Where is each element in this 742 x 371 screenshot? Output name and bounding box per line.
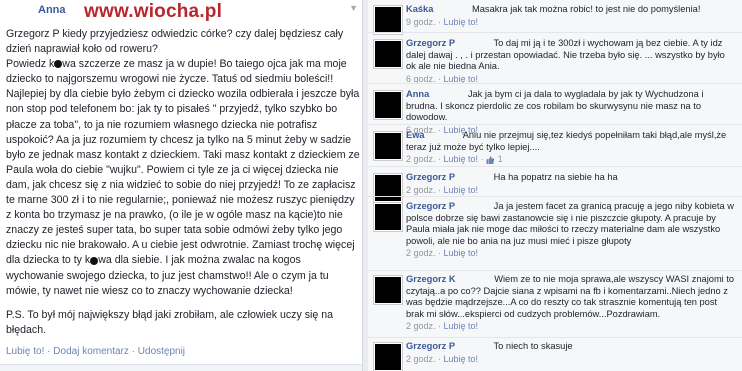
post-options-chevron-icon[interactable]: ▼	[349, 3, 358, 13]
comment-text: To niech to skasuje	[493, 341, 573, 351]
post-paragraph-question: Grzegorz P kiedy przyjedziesz odwiedzic …	[6, 28, 344, 56]
thumbs-up-icon[interactable]	[486, 155, 495, 164]
comment-timestamp[interactable]: 2 godz.	[406, 354, 436, 364]
comment-content: Grzegorz K Wiem ze to nie moja sprawa,al…	[406, 274, 736, 333]
comment-meta: 2 godz. · Lubię to! · 1	[406, 154, 503, 165]
like-post-link[interactable]: Lubię to!	[6, 346, 44, 357]
post-text: Grzegorz P kiedy przyjedziesz odwiedzic …	[6, 27, 360, 338]
comment-divider	[368, 166, 742, 167]
comment-content: Grzegorz P Ha ha popatrz na siebie ha ha…	[406, 172, 736, 196]
status-post: Anna www.wiocha.pl ▼ Grzegorz P kiedy pr…	[0, 0, 362, 371]
comment-divider	[368, 32, 742, 33]
avatar[interactable]	[374, 40, 402, 68]
watermark-logo: www.wiocha.pl	[84, 1, 223, 22]
comment-like-link[interactable]: Lubię to!	[444, 17, 479, 27]
comment-divider	[368, 124, 742, 125]
like-count[interactable]: 1	[498, 154, 503, 164]
comment-timestamp[interactable]: 2 godz.	[406, 248, 436, 258]
comment-divider	[368, 196, 742, 197]
comment-text: Masakra jak tak można robic! to jest nie…	[472, 4, 701, 14]
action-separator: ·	[47, 346, 51, 357]
comment-author-name[interactable]: Ewa	[406, 130, 425, 140]
comment-author-name[interactable]: Kaśka	[406, 4, 433, 14]
comment-timestamp[interactable]: 2 godz.	[406, 321, 436, 331]
post-text-part-2: wa szczerze ze masz ja w dupie! Bo taieg…	[6, 58, 360, 267]
comment-content: Grzegorz P Ja ja jestem facet za granicą…	[406, 201, 736, 260]
avatar[interactable]	[374, 174, 402, 202]
avatar[interactable]	[374, 276, 402, 304]
comment-meta: 9 godz. · Lubię to!	[406, 16, 479, 27]
action-separator: ·	[131, 346, 135, 357]
add-comment-link[interactable]: Dodaj komentarz	[53, 346, 129, 357]
censor-blob-icon	[90, 256, 99, 265]
avatar[interactable]	[374, 91, 402, 119]
comment-text: Jak ja bym ci ja dala to wygladala by ja…	[406, 89, 704, 123]
comment-content: Ewa Aniu nie przejmuj się,tez kiedyś pop…	[406, 130, 736, 166]
post-author-name[interactable]: Anna	[38, 4, 66, 16]
comment-text: Ja ja jestem facet za granicą pracuję a …	[406, 201, 734, 246]
comment-meta: 2 godz. · Lubię to!	[406, 353, 479, 364]
avatar[interactable]	[374, 132, 402, 160]
post-postscript: P.S. To był mój największy błąd jaki zro…	[6, 308, 333, 336]
comment-author-name[interactable]: Anna	[406, 89, 429, 99]
comment-divider	[368, 83, 742, 84]
comment-text: Aniu nie przejmuj się,tez kiedyś popełni…	[406, 130, 727, 152]
comment-meta: 2 godz. · Lubię to!	[406, 321, 479, 332]
comment-divider	[368, 337, 742, 338]
comments-list: Kaśka Masakra jak tak można robic! to je…	[368, 0, 742, 371]
bottom-strip	[0, 364, 362, 371]
comment-author-name[interactable]: Grzegorz P	[406, 341, 455, 351]
comment-text: Ha ha popatrz na siebie ha ha	[493, 172, 618, 182]
comment-timestamp[interactable]: 9 godz.	[406, 17, 436, 27]
comment-timestamp[interactable]: 2 godz.	[406, 154, 436, 164]
avatar[interactable]	[374, 6, 402, 34]
comment-divider	[368, 270, 742, 271]
comment-author-name[interactable]: Grzegorz P	[406, 172, 455, 182]
comment-content: Kaśka Masakra jak tak można robic! to je…	[406, 4, 736, 28]
avatar[interactable]	[374, 203, 402, 231]
comment-meta: 2 godz. · Lubię to!	[406, 248, 479, 259]
comment-like-link[interactable]: Lubię to!	[444, 321, 479, 331]
comment-like-link[interactable]: Lubię to!	[444, 185, 479, 195]
comment-meta: 2 godz. · Lubię to!	[406, 184, 479, 195]
comment-author-name[interactable]: Grzegorz K	[406, 274, 456, 284]
comment-author-name[interactable]: Grzegorz P	[406, 38, 455, 48]
avatar[interactable]	[374, 343, 402, 371]
comment-like-link[interactable]: Lubię to!	[444, 154, 479, 164]
share-link[interactable]: Udostępnij	[138, 346, 185, 357]
comment-timestamp[interactable]: 2 godz.	[406, 185, 436, 195]
comment-author-name[interactable]: Grzegorz P	[406, 201, 455, 211]
post-paragraph-main: Powiedz k wa szczerze ze masz ja w dupie!…	[6, 57, 360, 299]
comment-like-link[interactable]: Lubię to!	[444, 354, 479, 364]
comment-like-link[interactable]: Lubię to!	[444, 248, 479, 258]
comment-content: Grzegorz P To niech to skasuje 2 godz. ·…	[406, 341, 736, 365]
post-text-part-1: Powiedz k	[6, 58, 55, 71]
post-action-bar: Lubię to! · Dodaj komentarz · Udostępnij	[6, 346, 185, 357]
comment-content: Grzegorz P To daj mi ją i te 300zł i wyc…	[406, 38, 736, 85]
